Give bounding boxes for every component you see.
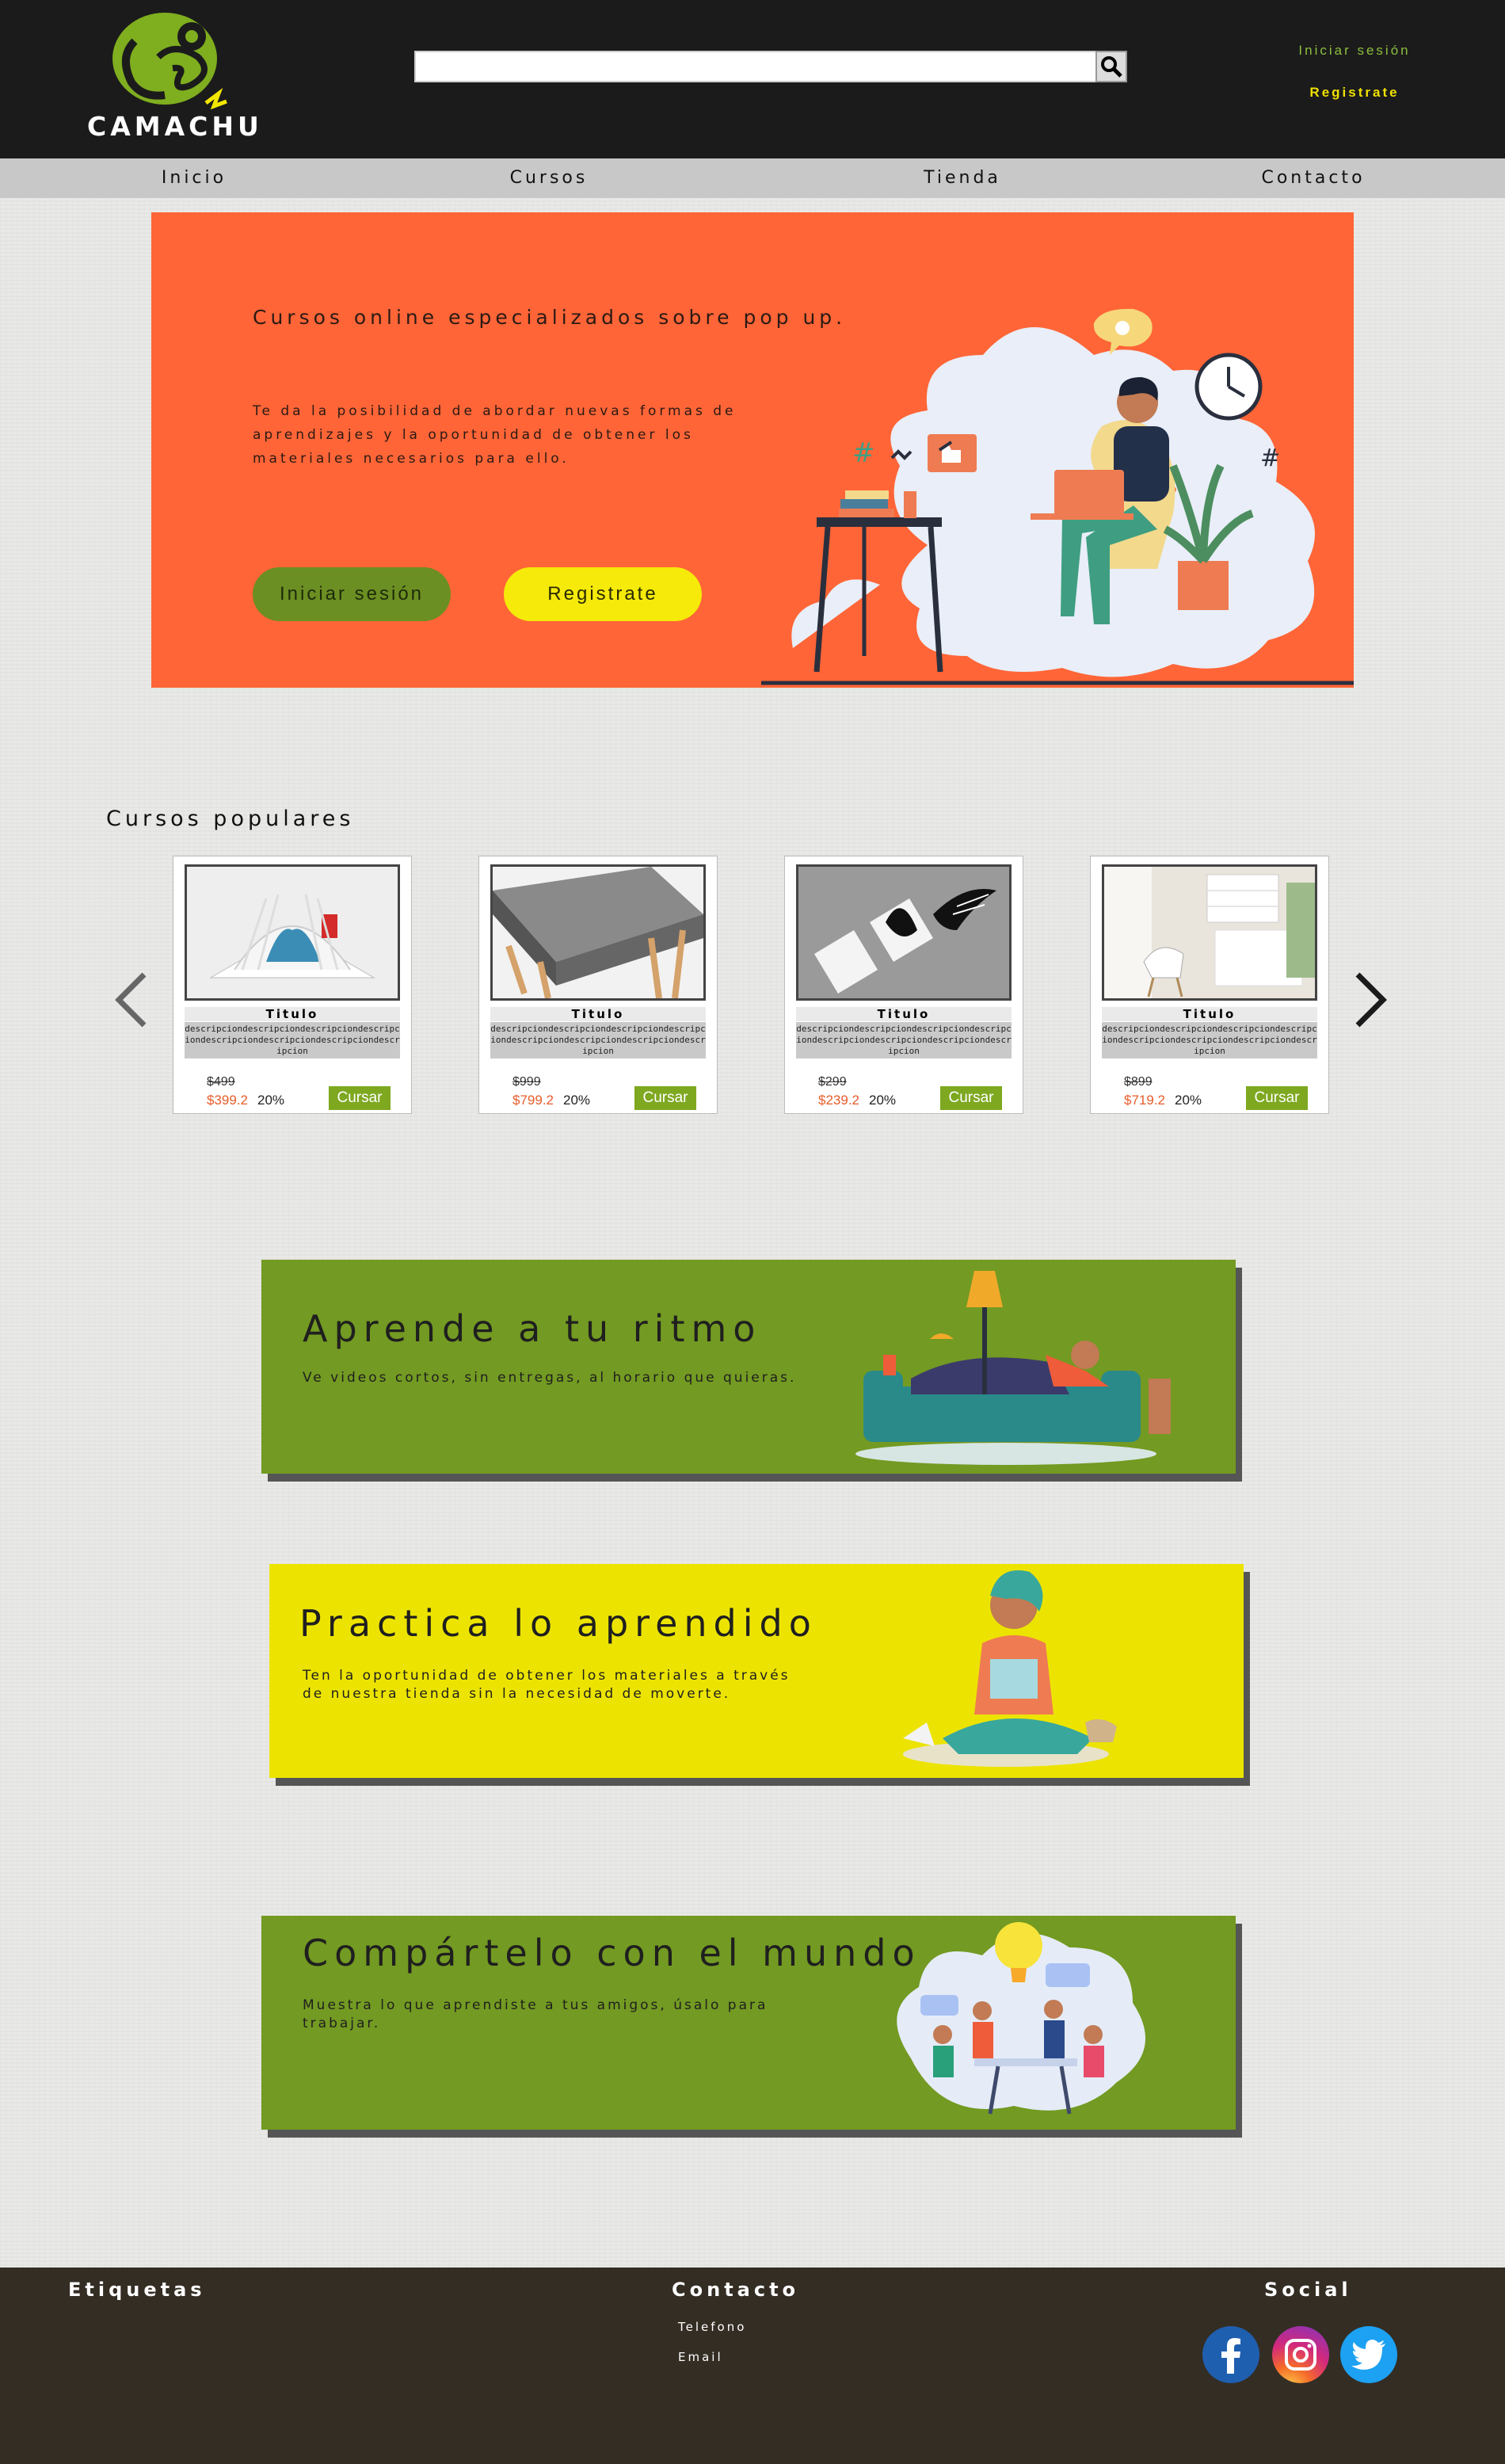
feature-title: Compártelo con el mundo — [303, 1932, 921, 1974]
instagram-icon[interactable] — [1272, 2326, 1329, 2383]
feature-banner-share: Compártelo con el mundo Muestra lo que a… — [261, 1916, 1242, 2138]
feature-text: Ten la oportunidad de obtener los materi… — [303, 1668, 791, 1702]
nav-item-cursos[interactable]: Cursos — [430, 168, 668, 188]
popular-courses-title: Cursos populares — [106, 807, 355, 831]
hero-banner: Cursos online especializados sobre pop u… — [151, 212, 1354, 688]
course-new-price: $399.2 — [207, 1093, 248, 1108]
nav-item-inicio[interactable]: Inicio — [75, 168, 313, 188]
chevron-left-icon[interactable] — [108, 968, 155, 1032]
svg-text:#: # — [852, 437, 875, 469]
footer-phone-link[interactable]: Telefono — [678, 2320, 746, 2334]
feature-banner-rhythm: Aprende a tu ritmo Ve videos cortos, sin… — [261, 1260, 1242, 1482]
course-card[interactable]: Titulo descripciondescripciondescripcion… — [173, 856, 412, 1114]
course-enroll-button[interactable]: Cursar — [634, 1086, 696, 1110]
course-title: Titulo — [796, 1007, 1012, 1021]
course-title: Titulo — [490, 1007, 706, 1021]
hero-register-button[interactable]: Registrate — [504, 567, 702, 621]
course-image — [490, 864, 706, 1001]
course-description: descripciondescripciondescripciondescrip… — [490, 1022, 706, 1058]
footer-email-link[interactable]: Email — [678, 2350, 723, 2364]
footer-tags-heading: Etiquetas — [68, 2279, 206, 2301]
footer-social-heading: Social — [1264, 2279, 1352, 2301]
course-enroll-button[interactable]: Cursar — [1246, 1086, 1308, 1110]
course-old-price: $999 — [512, 1075, 541, 1089]
search-icon — [1101, 56, 1122, 78]
hero-description: Te da la posibilidad de abordar nuevas f… — [253, 403, 737, 467]
feature-text: Muestra lo que aprendiste a tus amigos, … — [303, 1997, 768, 2031]
hero-login-button[interactable]: Iniciar sesión — [253, 567, 451, 621]
course-new-price: $799.2 — [512, 1093, 554, 1108]
relaxing-on-sofa-illustration — [855, 1271, 1171, 1465]
footer-contact-heading: Contacto — [672, 2279, 800, 2301]
student-laptop-illustration: # # — [761, 308, 1354, 685]
course-old-price: $299 — [818, 1075, 847, 1089]
svg-text:#: # — [1260, 444, 1280, 472]
twitter-icon[interactable] — [1340, 2326, 1397, 2383]
course-image — [185, 864, 400, 1001]
course-description: descripciondescripciondescripciondescrip… — [796, 1022, 1012, 1058]
team-meeting-illustration — [897, 1922, 1145, 2115]
course-title: Titulo — [185, 1007, 400, 1021]
course-title: Titulo — [1102, 1007, 1317, 1021]
course-description: descripciondescripciondescripciondescrip… — [1102, 1022, 1317, 1058]
course-new-price: $239.2 — [818, 1093, 859, 1108]
search-button[interactable] — [1095, 51, 1127, 82]
course-enroll-button[interactable]: Cursar — [940, 1086, 1002, 1110]
feature-title: Practica lo aprendido — [299, 1602, 817, 1645]
course-enroll-button[interactable]: Cursar — [329, 1086, 391, 1110]
header-register-link[interactable]: Registrate — [1267, 85, 1442, 101]
course-discount: 20% — [257, 1093, 285, 1108]
search-input[interactable] — [414, 51, 1097, 82]
course-card[interactable]: Titulo descripciondescripciondescripcion… — [1090, 856, 1329, 1114]
course-discount: 20% — [869, 1093, 897, 1108]
course-discount: 20% — [563, 1093, 591, 1108]
header-login-link[interactable]: Iniciar sesión — [1267, 43, 1442, 59]
chameleon-logo-icon[interactable] — [103, 10, 230, 113]
feature-title: Aprende a tu ritmo — [303, 1307, 762, 1350]
feature-banner-practice: Practica lo aprendido Ten la oportunidad… — [269, 1564, 1250, 1786]
course-description: descripciondescripciondescripciondescrip… — [185, 1022, 400, 1058]
course-image — [1102, 864, 1317, 1001]
facebook-icon[interactable] — [1202, 2326, 1259, 2383]
nav-item-tienda[interactable]: Tienda — [844, 168, 1081, 188]
nav-item-contacto[interactable]: Contacto — [1194, 168, 1432, 188]
feature-text: Ve videos cortos, sin entregas, al horar… — [303, 1370, 797, 1386]
course-image — [796, 864, 1012, 1001]
hero-title: Cursos online especializados sobre pop u… — [253, 306, 847, 329]
course-card[interactable]: Titulo descripciondescripciondescripcion… — [784, 856, 1023, 1114]
logo-text[interactable]: CAMACHU — [87, 111, 261, 142]
course-card[interactable]: Titulo descripciondescripciondescripcion… — [478, 856, 718, 1114]
course-new-price: $719.2 — [1124, 1093, 1165, 1108]
course-old-price: $899 — [1124, 1075, 1153, 1089]
course-discount: 20% — [1175, 1093, 1202, 1108]
course-old-price: $499 — [207, 1075, 235, 1089]
main-nav: Inicio Cursos Tienda Contacto — [0, 158, 1505, 198]
person-crafting-illustration — [903, 1570, 1117, 1767]
chevron-right-icon[interactable] — [1347, 968, 1394, 1032]
